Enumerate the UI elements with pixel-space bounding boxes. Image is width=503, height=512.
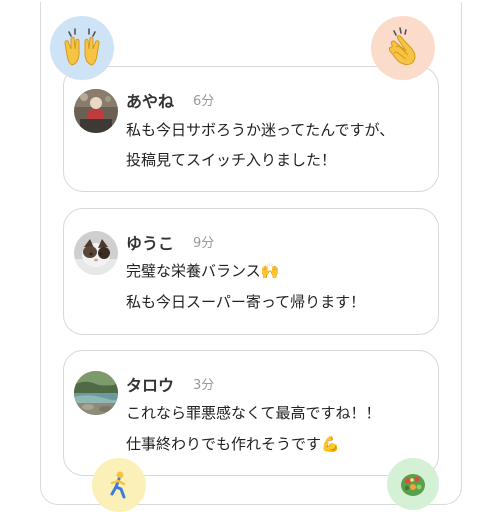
raising-hands-icon bbox=[50, 16, 114, 80]
comment-text: 仕事終わりでも作れそうです💪 bbox=[126, 435, 340, 453]
comment-text: これなら罪悪感なくて最高ですね！！ bbox=[126, 404, 381, 422]
comment-time: 9分 bbox=[193, 236, 215, 251]
avatar[interactable] bbox=[74, 89, 118, 133]
comment-text: 私も今日サボろうか迷ってたんですが、 bbox=[126, 121, 395, 139]
comment-card: あやね 6分 私も今日サボろうか迷ってたんですが、 投稿見てスイッチ入りました！ bbox=[63, 66, 439, 192]
comment-time: 3分 bbox=[193, 378, 215, 393]
running-person-icon bbox=[92, 458, 146, 512]
comment-author[interactable]: タロウ bbox=[126, 372, 174, 396]
salad-bowl-icon bbox=[387, 458, 439, 510]
comment-text: 私も今日スーパー寄って帰ります！ bbox=[126, 293, 366, 311]
comment-text: 完璧な栄養バランス🙌 bbox=[126, 262, 280, 280]
avatar[interactable] bbox=[74, 231, 118, 275]
clapping-hands-icon bbox=[371, 16, 435, 80]
comment-text: 投稿見てスイッチ入りました！ bbox=[126, 151, 337, 169]
avatar[interactable] bbox=[74, 371, 118, 415]
comment-author[interactable]: ゆうこ bbox=[126, 230, 174, 254]
comment-card: ゆうこ 9分 完璧な栄養バランス🙌 私も今日スーパー寄って帰ります！ bbox=[63, 208, 439, 335]
comment-author[interactable]: あやね bbox=[126, 88, 174, 112]
comment-time: 6分 bbox=[193, 94, 215, 109]
